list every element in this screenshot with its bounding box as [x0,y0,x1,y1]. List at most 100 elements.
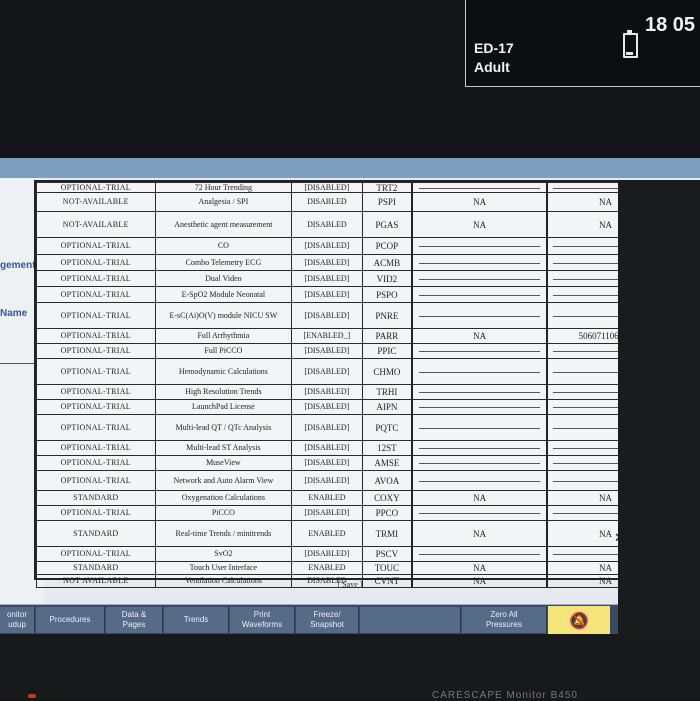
expiry-cell [411,182,548,193]
feature-name-cell: E-sC(Ai)O(V) module NICU SW [154,302,293,329]
code-cell: TRMI [361,520,413,547]
state-cell[interactable]: [DISABLED] [291,182,363,193]
cell-text: [DISABLED] [304,458,350,467]
license-status-cell: OPTIONAL-TRIAL [36,343,156,359]
softkey-label: Procedures [49,615,91,624]
patient-type-label: Adult [474,59,510,75]
procedures-key[interactable]: Procedures [36,607,105,633]
cell-text: Real-time Trends / minitrends [175,528,272,538]
freeze-snapshot-key[interactable]: Freeze/ Snapshot [296,607,359,633]
state-cell[interactable]: [DISABLED] [291,343,363,359]
table-row: OPTIONAL-TRIAL Multi-lead ST Analysis [DIS… [36,440,664,456]
table-row: OPTIONAL-TRIAL High Resolution Trends [DIS… [36,384,664,400]
expiry-cell [411,505,548,521]
empty-value-line [419,246,540,248]
state-cell[interactable]: [DISABLED] [291,470,363,491]
license-status-cell: NOT-AVAILABLE [36,192,156,212]
license-status-cell: NOT-AVAILABLE [36,211,156,238]
state-cell[interactable]: [DISABLED] [291,455,363,471]
cell-text: OPTIONAL-TRIAL [60,241,131,250]
cell-text: OPTIONAL-TRIAL [60,387,131,396]
feature-name-cell: Touch User Interface [154,561,293,575]
blank-key[interactable] [360,607,461,633]
cell-text: [DISABLED] [304,310,350,320]
expiry-cell [411,384,548,400]
cell-text: Analgesia / SPI [198,197,249,206]
cell-text: [DISABLED] [304,443,350,452]
feature-name-cell: Full PiCCO [154,343,293,359]
expiry-cell [411,254,548,271]
code-cell: PNRE [361,302,413,329]
state-cell[interactable]: [DISABLED] [291,237,363,255]
table-row: NOT-AVAILABLE Analgesia / SPI DISABLED PSPI… [36,192,664,212]
empty-value-line [419,427,540,429]
license-status-cell: OPTIONAL-TRIAL [36,270,156,287]
state-cell[interactable]: [DISABLED] [291,384,363,400]
expiry-cell [411,455,548,471]
table-row: OPTIONAL-TRIAL Hemodynamic Calculations [D… [36,358,664,385]
cell-text: High Resolution Trends [185,387,262,396]
alarm-silence-button[interactable]: 🔕 [548,606,610,634]
code-cell: AIPN [361,399,413,415]
cell-text: NA [598,563,612,573]
state-cell[interactable]: DISABLED [291,211,363,238]
cell-text: Multi-lead QT / QTc Analysis [175,422,272,432]
state-cell[interactable]: [DISABLED] [291,302,363,329]
patient-info-box[interactable]: ED-17 Adult [465,0,617,87]
code-cell: PCOP [361,237,413,255]
side-label-management[interactable]: gement [0,260,36,271]
license-status-cell: OPTIONAL-TRIAL [36,182,156,193]
cell-text: STANDARD [73,563,119,572]
state-cell[interactable]: [DISABLED] [291,358,363,385]
state-cell[interactable]: DISABLED [291,192,363,212]
cell-text: TOUC [374,563,400,573]
license-status-cell: OPTIONAL-TRIAL [36,358,156,385]
state-cell[interactable]: [ENABLED_] [291,328,363,344]
state-cell[interactable]: ENABLED [291,520,363,547]
cell-text: ENABLED [308,563,346,572]
monitor-setup-key[interactable]: onitor udup [0,607,35,633]
state-cell[interactable]: [DISABLED] [291,399,363,415]
table-row: OPTIONAL-TRIAL Network and Auto Alarm Vie… [36,470,664,491]
print-waveforms-key[interactable]: Print Waveforms [230,607,295,633]
expiry-cell: NA [411,192,548,212]
cell-text: E-sC(Ai)O(V) module NICU SW [169,310,278,320]
cell-text: [DISABLED] [304,182,350,192]
state-cell[interactable]: ENABLED [291,561,363,575]
cell-text: ENABLED [308,493,346,502]
zero-all-pressures-key[interactable]: Zero All Pressures [462,607,547,633]
window-title-bar [0,158,700,178]
license-status-cell: OPTIONAL-TRIAL [36,328,156,344]
empty-value-line [419,448,540,450]
state-cell[interactable]: [DISABLED] [291,505,363,521]
license-status-cell: OPTIONAL-TRIAL [36,237,156,255]
state-cell[interactable]: [DISABLED] [291,546,363,562]
state-cell[interactable]: [DISABLED] [291,270,363,287]
cell-text: LaunchPad License [191,402,255,411]
state-cell[interactable]: [DISABLED] [291,440,363,456]
empty-value-line [419,351,540,353]
feature-name-cell: Dual Video [154,270,293,287]
state-cell[interactable]: ENABLED [291,490,363,506]
cell-text: PQTC [375,422,399,433]
cell-text: NA [473,563,487,573]
state-cell[interactable]: [DISABLED] [291,414,363,441]
cell-text: [DISABLED] [304,475,350,485]
state-cell[interactable]: [DISABLED] [291,254,363,271]
save-button[interactable]: [ Save ] [0,580,700,589]
empty-value-line [419,187,540,189]
cell-text: OPTIONAL-TRIAL [60,549,131,558]
cell-text: AMSE [374,458,400,468]
cell-text: [DISABLED] [304,422,350,432]
cell-text: NA [598,219,612,230]
side-label-name[interactable]: Name [0,308,27,319]
license-status-cell: OPTIONAL-TRIAL [36,286,156,303]
trends-key[interactable]: Trends [164,607,229,633]
cell-text: OPTIONAL-TRIAL [60,443,131,452]
license-status-cell: OPTIONAL-TRIAL [36,505,156,521]
cell-text: NOT-AVAILABLE [62,197,129,206]
state-cell[interactable]: [DISABLED] [291,286,363,303]
expiry-cell [411,399,548,415]
empty-value-line [419,513,540,515]
data-pages-key[interactable]: Data & Pages [106,607,163,633]
